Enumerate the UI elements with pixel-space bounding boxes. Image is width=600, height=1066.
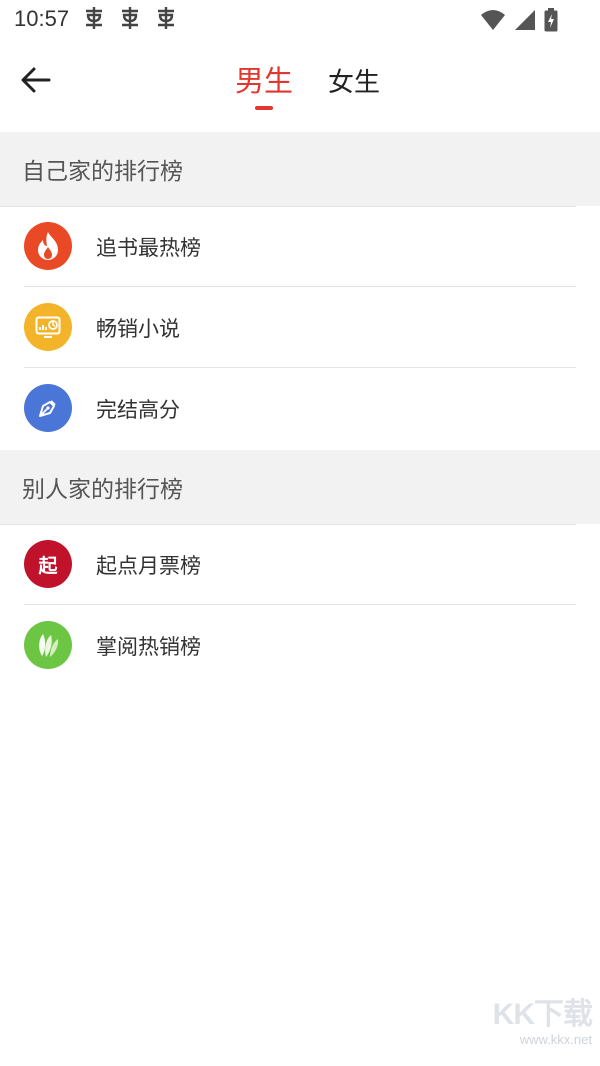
watermark-url: www.kkx.net [519, 1032, 592, 1047]
tab-male[interactable]: 男生 [234, 58, 294, 100]
system-status-icons [480, 8, 558, 32]
status-bar: 10:57 [0, 0, 600, 40]
zhangyue-leaf-icon [24, 621, 72, 669]
watermark: KK下载 www.kkx.net [472, 998, 593, 1058]
section-header-other-rankings: 别人家的排行榜 [0, 450, 600, 524]
status-time: 10:57 [14, 6, 70, 31]
bug-notification-icon [86, 7, 102, 29]
wifi-icon [481, 10, 505, 30]
notification-icons [82, 5, 178, 31]
qidian-logo-text: 起 [38, 554, 58, 577]
list-item-label: 追书最热榜 [96, 236, 201, 260]
divider [0, 206, 576, 207]
sales-chart-icon [24, 303, 72, 351]
bug-notification-icon [158, 7, 174, 29]
list-item-qidian-monthly[interactable]: 起 起点月票榜 [0, 524, 600, 605]
list-item-zhangyue-hot[interactable]: 掌阅热销榜 [0, 605, 600, 686]
pen-nib-icon [24, 384, 72, 432]
flame-icon [24, 222, 72, 270]
section-title: 别人家的排行榜 [22, 477, 183, 503]
qidian-logo-icon: 起 [24, 540, 72, 588]
divider [0, 524, 576, 525]
list-item-label: 畅销小说 [96, 317, 180, 341]
active-tab-indicator [255, 106, 273, 110]
watermark-logo: KK下载 [492, 998, 593, 1031]
signal-icon [515, 10, 535, 30]
gender-tabs: 男生 女生 [0, 40, 600, 132]
list-item-completed-top-rated[interactable]: 完结高分 [0, 368, 600, 449]
list-item-label: 掌阅热销榜 [96, 635, 201, 659]
list-item-label: 起点月票榜 [96, 554, 201, 578]
list-item-zhuishu-hot[interactable]: 追书最热榜 [0, 206, 600, 287]
app-screen: 10:57 男生 女生 自己家的排行榜 追书最热榜 畅销小说 完结高分 别人家的… [0, 0, 600, 1066]
battery-icon [544, 8, 558, 32]
top-header: 男生 女生 [0, 40, 600, 132]
section-header-own-rankings: 自己家的排行榜 [0, 132, 600, 206]
list-item-bestselling-novels[interactable]: 畅销小说 [0, 287, 600, 368]
list-item-label: 完结高分 [96, 398, 180, 422]
section-title: 自己家的排行榜 [22, 159, 183, 185]
tab-female[interactable]: 女生 [326, 62, 382, 99]
bug-notification-icon [122, 7, 138, 29]
